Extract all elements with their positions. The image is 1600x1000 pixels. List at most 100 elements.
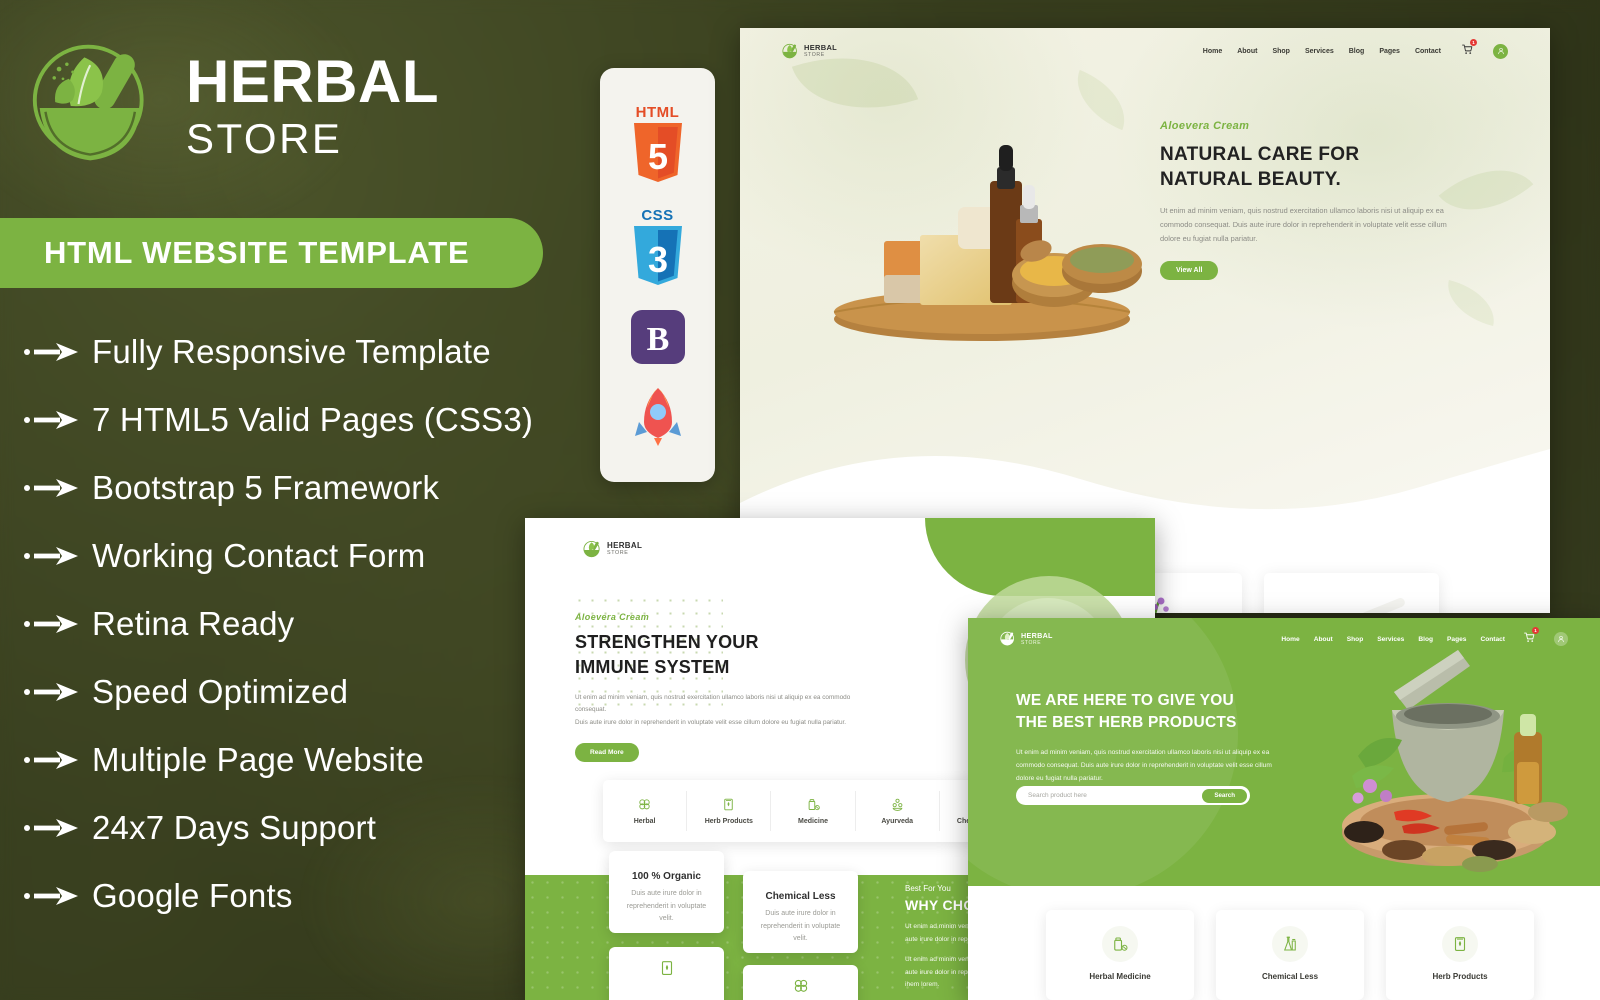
- account-button[interactable]: [1493, 43, 1508, 59]
- benefit-card[interactable]: [609, 947, 724, 1000]
- category-label: Medicine: [798, 818, 828, 825]
- brand-name-secondary: STORE: [186, 115, 343, 162]
- hero-heading-line1: NATURAL CARE FOR: [1160, 144, 1360, 165]
- no-chemical-flask-icon: [1284, 936, 1296, 951]
- shop-heading-line1: WE ARE HERE TO GIVE YOU: [1016, 692, 1234, 709]
- template-type-label: HTML WEBSITE TEMPLATE: [44, 235, 470, 270]
- feature-label: 7 HTML5 Valid Pages (CSS3): [92, 401, 534, 438]
- mortar-pestle-leaf-icon: [32, 44, 144, 161]
- navbar-brand-primary: HERBAL: [804, 43, 838, 53]
- mid-brand-secondary: STORE: [607, 550, 629, 557]
- category-label: Herb Products: [704, 818, 753, 825]
- shop-category-card[interactable]: Herb Products: [1386, 910, 1534, 1000]
- shop-heading-line2: THE BEST HERB PRODUCTS: [1016, 714, 1237, 732]
- css3-logo-icon: 3: [633, 226, 682, 285]
- brand-logo: HERBAL STORE: [28, 38, 439, 174]
- svg-text:B: B: [646, 321, 669, 358]
- benefit-card[interactable]: 100 % Organic Duis aute irure dolor in r…: [609, 851, 724, 933]
- benefit-card[interactable]: Chemical Less Duis aute irure dolor in r…: [743, 871, 858, 953]
- product-card[interactable]: Total Care Pure Herbal: [1264, 573, 1439, 613]
- html5-caption: HTML: [635, 104, 680, 121]
- svg-text:5: 5: [647, 136, 667, 177]
- nav-link-contact[interactable]: Contact: [1415, 48, 1441, 55]
- benefit-card[interactable]: [743, 965, 858, 1000]
- shop-copy-block: WE ARE HERE TO GIVE YOU THE BEST HERB PR…: [1016, 690, 1316, 785]
- dashed-arrow-icon: [24, 343, 78, 361]
- feature-label: Multiple Page Website: [92, 741, 424, 778]
- mid-heading-line2: IMMUNE SYSTEM: [575, 656, 730, 677]
- feature-label: Speed Optimized: [92, 673, 349, 710]
- brand-name-primary: HERBAL: [186, 48, 439, 115]
- cart-count-badge: 1: [1532, 627, 1539, 634]
- hero-copy-block: Aloevera Cream NATURAL CARE FOR NATURAL …: [1160, 120, 1500, 281]
- mid-paragraph-line2: Duis aute irure dolor in reprehenderit i…: [575, 718, 847, 726]
- medicine-bottle-pills-icon: [808, 799, 820, 811]
- cart-button[interactable]: 1: [1462, 39, 1477, 60]
- clover-leaf-icon: [639, 799, 650, 810]
- cart-count-badge: 1: [1470, 39, 1477, 46]
- mortar-pestle-leaf-icon: [1000, 631, 1014, 646]
- feature-label: Working Contact Form: [92, 537, 426, 574]
- template-type-banner: HTML WEBSITE TEMPLATE: [0, 218, 543, 288]
- clover-leaf-icon: [794, 979, 807, 992]
- nav-link-home[interactable]: Home: [1203, 48, 1222, 55]
- product-search-bar[interactable]: Search product here Search: [1016, 786, 1250, 805]
- shop-brand-primary: HERBAL: [1021, 631, 1053, 641]
- navbar-logo[interactable]: HERBAL STORE: [782, 43, 837, 60]
- shop-category-label: Herbal Medicine: [1089, 972, 1151, 981]
- icon-circle: [1102, 926, 1138, 962]
- category-medicine[interactable]: Medicine: [771, 791, 856, 831]
- nav-link-blog[interactable]: Blog: [1349, 48, 1365, 55]
- category-ayurveda[interactable]: Ayurveda: [856, 791, 940, 831]
- shop-navbar-logo[interactable]: HERBAL STORE: [1000, 631, 1053, 647]
- dashed-arrow-icon: [24, 411, 78, 429]
- search-input[interactable]: Search product here: [1028, 792, 1202, 799]
- herb-pouch-icon: [661, 961, 672, 975]
- shop-paragraph: Ut enim ad minim veniam, quis nostrud ex…: [1016, 748, 1272, 782]
- feature-item: Fully Responsive Template: [24, 318, 624, 386]
- benefit-card-title: 100 % Organic: [632, 871, 701, 882]
- feature-label: Google Fonts: [92, 877, 293, 914]
- dashed-arrow-icon: [24, 615, 78, 633]
- icon-circle: [1272, 926, 1308, 962]
- css3-caption: CSS: [641, 207, 674, 224]
- dashed-arrow-icon: [24, 819, 78, 837]
- html5-logo-icon: 5: [633, 123, 682, 182]
- nav-link-about[interactable]: About: [1237, 48, 1257, 55]
- benefit-card-body: Duis aute irure dolor in reprehenderit i…: [760, 910, 841, 943]
- mortar-pestle-herbs-spices-photo: [1342, 650, 1568, 872]
- search-button[interactable]: Search: [1202, 788, 1247, 803]
- icon-circle: [1442, 926, 1478, 962]
- herb-pouch-icon: [724, 798, 734, 811]
- mortar-spices-photo: [1361, 598, 1405, 613]
- nav-link-pages[interactable]: Pages: [1379, 48, 1400, 55]
- tech-badge-css3: CSS 3: [630, 207, 686, 288]
- shop-category-card[interactable]: Chemical Less: [1216, 910, 1364, 1000]
- hero-navbar[interactable]: HERBAL STORE Home About Shop Services Bl…: [740, 39, 1550, 60]
- nav-link-services[interactable]: Services: [1305, 48, 1334, 55]
- feature-item: 7 HTML5 Valid Pages (CSS3): [24, 386, 624, 454]
- hero-product-photo: [802, 123, 1142, 363]
- mid-copy-block: Aloevera Cream STRENGTHEN YOUR IMMUNE SY…: [575, 612, 915, 763]
- ayurveda-mortar-icon: [892, 798, 903, 811]
- mortar-pestle-leaf-icon: [583, 540, 600, 558]
- shop-page-mockup[interactable]: HERBAL STORE Home About Shop Services Bl…: [968, 618, 1600, 1000]
- shop-brand-secondary: STORE: [1021, 639, 1042, 646]
- dashed-arrow-icon: [24, 547, 78, 565]
- hero-heading-line2: NATURAL BEAUTY.: [1160, 169, 1342, 191]
- shop-category-card[interactable]: Herbal Medicine: [1046, 910, 1194, 1000]
- category-herb-products[interactable]: Herb Products: [687, 791, 772, 831]
- feature-label: Retina Ready: [92, 605, 295, 642]
- category-label: Ayurveda: [881, 818, 914, 825]
- category-icon-bar[interactable]: Herbal Herb Products Medicine Ayurveda: [603, 780, 1023, 842]
- nav-link-home[interactable]: Home: [1281, 636, 1299, 643]
- nav-link-shop[interactable]: Shop: [1272, 48, 1290, 55]
- mid-navbar-logo[interactable]: HERBAL STORE: [583, 540, 642, 559]
- navbar-links[interactable]: Home About Shop Services Blog Pages Cont…: [1203, 39, 1508, 60]
- mid-read-more-button[interactable]: Read More: [575, 743, 639, 763]
- category-herbal[interactable]: Herbal: [603, 791, 688, 831]
- mid-paragraph-line1: Ut enim ad minim veniam, quis nostrud ex…: [575, 693, 851, 714]
- benefit-card-title: Chemical Less: [765, 891, 836, 902]
- hero-view-all-button[interactable]: View All: [1160, 261, 1219, 281]
- technology-badge-strip: HTML 5 CSS 3 B: [600, 68, 715, 482]
